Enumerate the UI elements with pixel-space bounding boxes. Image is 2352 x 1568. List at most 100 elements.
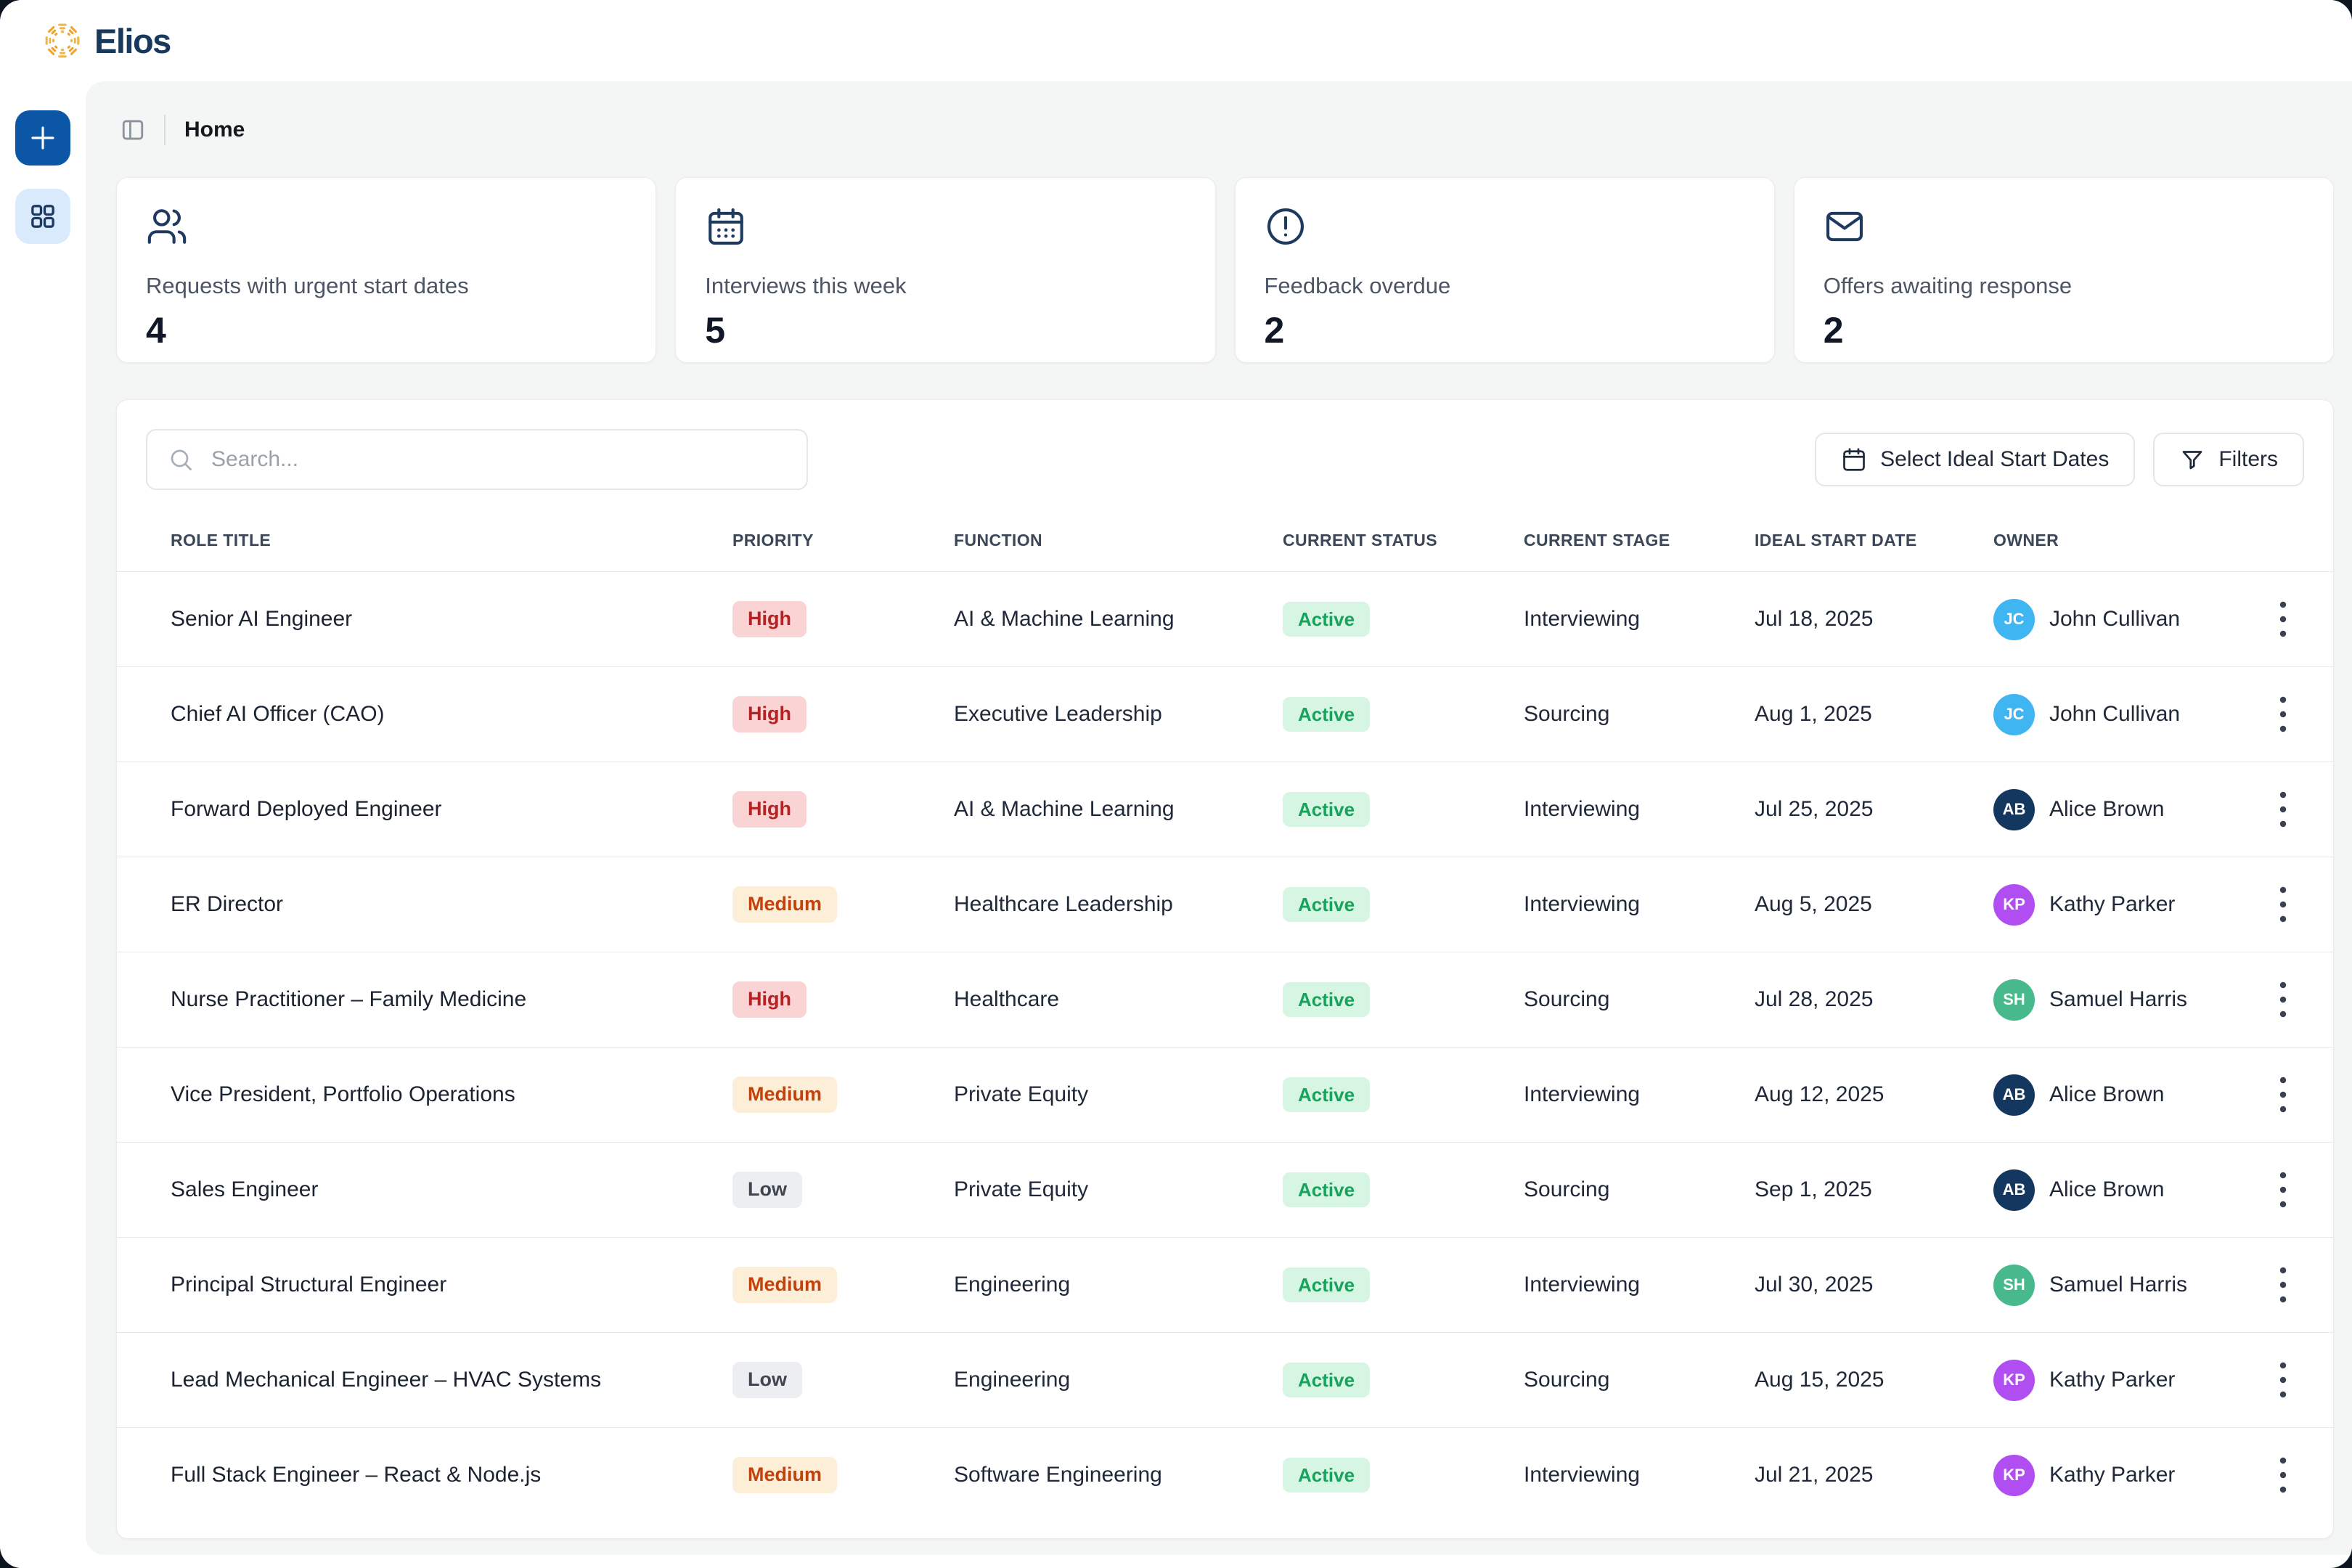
table-header-row: ROLE TITLEPRIORITYFUNCTIONCURRENT STATUS…: [117, 490, 2333, 571]
table-row[interactable]: Vice President, Portfolio Operations Med…: [117, 1047, 2333, 1142]
table-row[interactable]: Principal Structural Engineer Medium Eng…: [117, 1237, 2333, 1332]
stage-cell: Sourcing: [1524, 987, 1755, 1012]
role-title-cell: Chief AI Officer (CAO): [171, 702, 732, 727]
new-request-button[interactable]: [15, 110, 70, 166]
owner-name: Kathy Parker: [2049, 892, 2175, 917]
owner-cell: JC John Cullivan: [1993, 599, 2271, 640]
function-cell: Engineering: [954, 1273, 1283, 1297]
table-row[interactable]: Full Stack Engineer – React & Node.js Me…: [117, 1427, 2333, 1522]
row-menu-button[interactable]: [2271, 690, 2295, 739]
priority-badge: Low: [732, 1172, 802, 1208]
table-row[interactable]: Sales Engineer Low Private Equity Active…: [117, 1142, 2333, 1237]
dashboard-grid-button[interactable]: [15, 189, 70, 244]
status-badge: Active: [1283, 1077, 1370, 1113]
brand-logo[interactable]: Elios: [42, 20, 171, 61]
owner-cell: JC John Cullivan: [1993, 694, 2271, 735]
stage-cell: Interviewing: [1524, 1273, 1755, 1297]
stat-card: Offers awaiting response 2: [1794, 177, 2334, 363]
status-badge: Active: [1283, 1172, 1370, 1208]
status-badge: Active: [1283, 887, 1370, 923]
function-cell: Engineering: [954, 1368, 1283, 1392]
grid-icon: [28, 202, 57, 231]
row-menu-button[interactable]: [2271, 595, 2295, 644]
panel-left-icon: [121, 118, 145, 142]
row-menu-button[interactable]: [2271, 1260, 2295, 1310]
mail-icon: [1824, 205, 2304, 251]
row-menu-button[interactable]: [2271, 785, 2295, 834]
filters-button[interactable]: Filters: [2153, 433, 2304, 486]
owner-cell: AB Alice Brown: [1993, 1169, 2271, 1211]
status-badge: Active: [1283, 1458, 1370, 1493]
breadcrumb-divider: [164, 115, 166, 145]
start-date-cell: Sep 1, 2025: [1755, 1177, 1993, 1202]
row-menu-button[interactable]: [2271, 880, 2295, 929]
owner-name: John Cullivan: [2049, 607, 2180, 632]
users-icon: [146, 205, 626, 251]
priority-badge: Medium: [732, 1267, 837, 1303]
owner-avatar: KP: [1993, 1455, 2035, 1496]
table-row[interactable]: ER Director Medium Healthcare Leadership…: [117, 857, 2333, 952]
stage-cell: Interviewing: [1524, 1463, 1755, 1487]
kebab-icon: [2277, 1266, 2289, 1304]
priority-badge: Medium: [732, 1457, 837, 1493]
filters-label: Filters: [2218, 447, 2278, 472]
owner-avatar: JC: [1993, 599, 2035, 640]
table-row[interactable]: Forward Deployed Engineer High AI & Mach…: [117, 761, 2333, 857]
table-row[interactable]: Senior AI Engineer High AI & Machine Lea…: [117, 571, 2333, 666]
owner-name: Alice Brown: [2049, 797, 2164, 822]
row-menu-button[interactable]: [2271, 1450, 2295, 1500]
row-menu-button[interactable]: [2271, 1165, 2295, 1214]
stat-label: Offers awaiting response: [1824, 273, 2304, 299]
function-cell: AI & Machine Learning: [954, 797, 1283, 822]
owner-avatar: KP: [1993, 884, 2035, 926]
start-date-cell: Jul 28, 2025: [1755, 987, 1993, 1012]
owner-cell: SH Samuel Harris: [1993, 979, 2271, 1021]
row-menu-button[interactable]: [2271, 975, 2295, 1024]
status-badge: Active: [1283, 1363, 1370, 1398]
owner-cell: KP Kathy Parker: [1993, 1360, 2271, 1401]
calendar-icon: [1841, 446, 1867, 473]
kebab-icon: [2277, 1076, 2289, 1114]
kebab-icon: [2277, 1171, 2289, 1209]
stat-value: 2: [1265, 309, 1745, 351]
sidebar: [0, 81, 86, 1568]
row-menu-button[interactable]: [2271, 1070, 2295, 1119]
owner-name: John Cullivan: [2049, 702, 2180, 727]
kebab-icon: [2277, 886, 2289, 923]
function-cell: Software Engineering: [954, 1463, 1283, 1487]
toggle-sidebar-button[interactable]: [121, 118, 145, 142]
stat-value: 4: [146, 309, 626, 351]
owner-name: Kathy Parker: [2049, 1463, 2175, 1487]
owner-name: Samuel Harris: [2049, 987, 2187, 1012]
owner-cell: KP Kathy Parker: [1993, 884, 2271, 926]
alert-circle-icon: [1265, 205, 1745, 251]
plus-icon: [28, 123, 58, 153]
owner-cell: AB Alice Brown: [1993, 1074, 2271, 1116]
start-date-cell: Aug 1, 2025: [1755, 702, 1993, 727]
kebab-icon: [2277, 1361, 2289, 1399]
start-date-cell: Aug 15, 2025: [1755, 1368, 1993, 1392]
table-row[interactable]: Chief AI Officer (CAO) High Executive Le…: [117, 666, 2333, 761]
role-title-cell: Lead Mechanical Engineer – HVAC Systems: [171, 1368, 732, 1392]
column-header: CURRENT STAGE: [1524, 531, 1755, 550]
stat-card: Feedback overdue 2: [1235, 177, 1775, 363]
table-row[interactable]: Nurse Practitioner – Family Medicine Hig…: [117, 952, 2333, 1047]
owner-name: Alice Brown: [2049, 1177, 2164, 1202]
role-title-cell: Vice President, Portfolio Operations: [171, 1082, 732, 1107]
calendar-icon: [705, 205, 1185, 251]
table-row[interactable]: Lead Mechanical Engineer – HVAC Systems …: [117, 1332, 2333, 1427]
top-bar: Elios: [0, 0, 2352, 81]
select-ideal-start-dates-button[interactable]: Select Ideal Start Dates: [1815, 433, 2135, 486]
kebab-icon: [2277, 695, 2289, 733]
column-header: ROLE TITLE: [171, 531, 732, 550]
kebab-icon: [2277, 791, 2289, 828]
app-window: Elios: [0, 0, 2352, 1568]
brand-name: Elios: [94, 21, 171, 61]
column-header: IDEAL START DATE: [1755, 531, 1993, 550]
status-badge: Active: [1283, 697, 1370, 732]
stat-value: 5: [705, 309, 1185, 351]
owner-cell: KP Kathy Parker: [1993, 1455, 2271, 1496]
search-input[interactable]: [146, 429, 808, 490]
row-menu-button[interactable]: [2271, 1355, 2295, 1405]
start-date-cell: Aug 12, 2025: [1755, 1082, 1993, 1107]
